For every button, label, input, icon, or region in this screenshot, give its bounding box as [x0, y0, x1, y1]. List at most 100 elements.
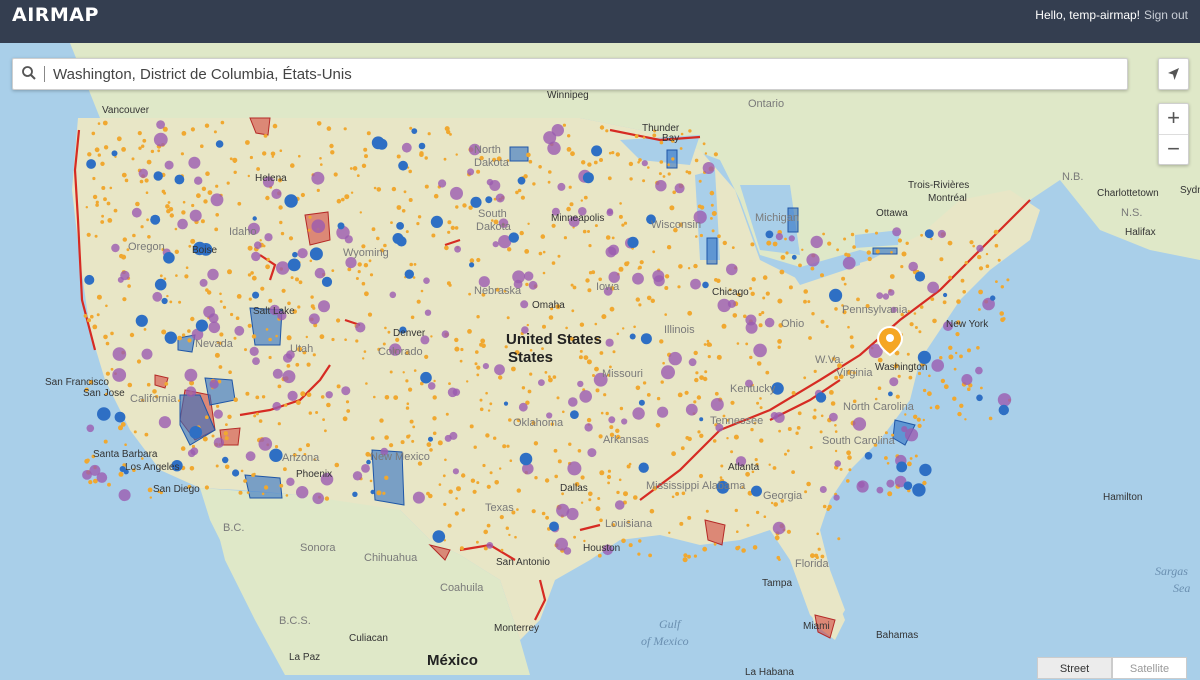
- airport-dot: [94, 234, 98, 238]
- label-south-dakota: Dakota: [476, 221, 512, 233]
- map-canvas[interactable]: United States States México Vancouver Wi…: [0, 43, 1200, 675]
- street-toggle-button[interactable]: Street: [1037, 657, 1112, 679]
- label-montreal: Montréal: [928, 193, 967, 204]
- heliport-dot: [876, 486, 884, 494]
- airport-dot: [219, 292, 222, 296]
- airport-dot: [571, 309, 575, 313]
- label-dallas: Dallas: [560, 483, 588, 494]
- heliport-dot: [287, 390, 298, 401]
- heliport-dot: [452, 468, 459, 475]
- airport-dot: [856, 297, 860, 302]
- heliport-dot: [199, 278, 208, 287]
- airport-dot: [286, 335, 292, 341]
- airport-dot: [688, 129, 692, 133]
- satellite-toggle-button[interactable]: Satellite: [1112, 657, 1187, 679]
- airport-dot: [621, 223, 625, 227]
- airport-dot: [505, 526, 509, 530]
- airport-dot: [174, 249, 179, 254]
- airport-dot: [487, 409, 491, 412]
- airport-dot: [594, 224, 598, 228]
- airport-dot: [599, 470, 605, 476]
- airport-dot: [905, 241, 909, 245]
- label-georgia: Georgia: [763, 490, 803, 502]
- airport-dot: [396, 205, 402, 210]
- airport-dot: [373, 186, 377, 190]
- airport-dot: [906, 352, 910, 356]
- locate-button[interactable]: [1158, 58, 1189, 90]
- airmap-logo[interactable]: AIRMAP: [12, 4, 99, 26]
- heliport-dot: [112, 368, 127, 382]
- airport-dot: [635, 385, 641, 391]
- airport-dot: [274, 445, 279, 449]
- airport-dot: [107, 218, 113, 223]
- heliport-dot: [551, 124, 564, 137]
- airport-dot: [118, 471, 124, 477]
- airport-dot: [324, 429, 327, 433]
- airport-dot: [506, 316, 510, 320]
- airport-dot: [877, 386, 882, 391]
- airport-dot: [711, 229, 715, 233]
- airport-dot: [720, 464, 724, 468]
- controlled-dot: [404, 269, 414, 279]
- airport-dot: [662, 175, 666, 178]
- search-input[interactable]: [51, 60, 1115, 88]
- airport-dot: [190, 316, 195, 322]
- airport-dot: [677, 392, 683, 398]
- airport-dot: [622, 327, 625, 330]
- label-alabama: Alabama: [702, 480, 746, 492]
- controlled-dot: [309, 247, 323, 261]
- airport-dot: [586, 417, 592, 423]
- controlled-dot: [582, 172, 594, 184]
- airport-dot: [977, 254, 982, 260]
- airport-dot: [262, 151, 267, 156]
- label-mexico: México: [427, 652, 478, 669]
- airport-dot: [105, 371, 110, 376]
- airport-dot: [333, 172, 338, 177]
- airport-dot: [389, 443, 394, 448]
- heliport-dot: [976, 244, 984, 252]
- airport-dot: [825, 325, 829, 328]
- airport-dot: [699, 233, 704, 238]
- airport-dot: [978, 266, 984, 271]
- airport-dot: [476, 540, 479, 544]
- heliport-dot: [772, 521, 786, 535]
- airport-dot: [369, 479, 373, 483]
- airport-dot: [798, 263, 802, 268]
- airport-dot: [191, 203, 195, 208]
- airport-dot: [939, 257, 944, 262]
- airport-dot: [432, 416, 437, 421]
- airport-dot: [841, 276, 846, 281]
- airport-dot: [373, 395, 376, 399]
- airport-dot: [889, 274, 895, 279]
- label-sydney: Sydn: [1180, 185, 1200, 196]
- controlled-dot: [903, 481, 913, 491]
- airport-dot: [808, 336, 812, 340]
- zoom-out-button[interactable]: −: [1159, 135, 1188, 165]
- airport-dot: [972, 244, 975, 248]
- airport-dot: [819, 430, 823, 434]
- controlled-dot: [370, 489, 375, 495]
- heliport-dot: [886, 479, 895, 488]
- heliport-dot: [153, 132, 168, 147]
- zoom-in-button[interactable]: +: [1159, 104, 1188, 135]
- controlled-dot: [163, 251, 175, 264]
- label-sargasso-sea: Sea: [1173, 581, 1190, 595]
- airport-dot: [268, 337, 272, 342]
- airport-dot: [834, 430, 838, 433]
- airport-dot: [87, 152, 92, 157]
- airport-dot: [121, 147, 126, 152]
- airport-dot: [462, 203, 467, 208]
- airport-dot: [917, 423, 922, 428]
- airport-dot: [633, 325, 636, 329]
- airport-dot: [150, 149, 155, 154]
- airport-dot: [218, 365, 223, 369]
- airport-dot: [515, 190, 519, 195]
- airport-dot: [664, 274, 670, 279]
- airport-dot: [710, 217, 713, 220]
- sign-out-link[interactable]: Sign out: [1144, 8, 1188, 22]
- airport-dot: [306, 392, 312, 398]
- airport-dot: [766, 240, 772, 246]
- airport-dot: [741, 548, 746, 553]
- airport-dot: [87, 318, 91, 323]
- airport-dot: [796, 426, 801, 430]
